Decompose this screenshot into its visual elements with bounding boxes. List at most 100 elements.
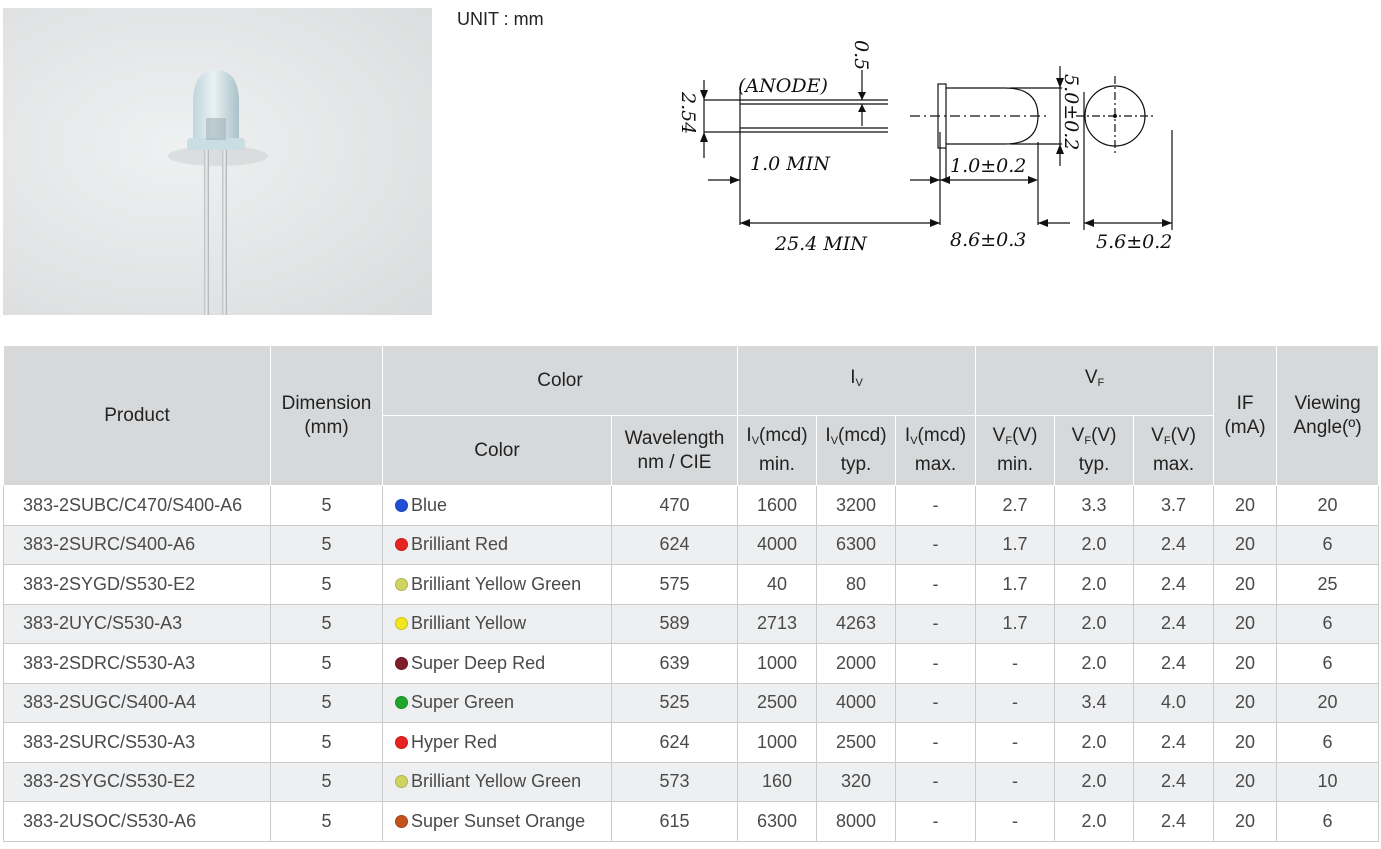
wavelength-cell: 573 — [611, 761, 738, 802]
color-cell: Blue — [382, 485, 612, 526]
vf-min-cell: - — [975, 643, 1056, 684]
iv-typ-cell: 80 — [816, 564, 896, 605]
iv-typ-cell: 320 — [816, 761, 896, 802]
dimension-drawing: (ANODE) 0.5 2.54 1.0 MIN 25.4 MIN 1.0±0.… — [677, 40, 1173, 255]
dimension-cell: 5 — [270, 761, 383, 802]
iv-min-cell: 40 — [737, 564, 817, 605]
vf-min-cell: - — [975, 801, 1056, 842]
product-cell: 383-2UYC/S530-A3 — [3, 603, 271, 644]
flange-dim: 1.0 MIN — [750, 153, 831, 175]
dimension-cell: 5 — [270, 643, 383, 684]
table-row: 383-2SDRC/S530-A3 5 Super Deep Red 639 1… — [3, 643, 1380, 684]
header-if: IF (mA) — [1213, 345, 1278, 486]
if-cell: 20 — [1213, 801, 1278, 842]
if-cell: 20 — [1213, 603, 1278, 644]
if-cell: 20 — [1213, 485, 1278, 526]
product-cell: 383-2SURC/S530-A3 — [3, 722, 271, 763]
lead-thickness-dim: 0.5 — [850, 40, 872, 70]
iv-max-cell: - — [894, 564, 977, 605]
vf-min-cell: 1.7 — [975, 564, 1056, 605]
if-cell: 20 — [1213, 524, 1278, 565]
if-cell: 20 — [1213, 682, 1278, 723]
product-cell: 383-2USOC/S530-A6 — [3, 801, 271, 842]
vf-typ-cell: 2.0 — [1054, 643, 1135, 684]
color-cell: Brilliant Yellow Green — [382, 761, 612, 802]
table-row: 383-2USOC/S530-A6 5 Super Sunset Orange … — [3, 801, 1380, 842]
vf-max-cell: 2.4 — [1133, 524, 1215, 565]
vf-min-cell: - — [975, 722, 1056, 763]
dimension-cell: 5 — [270, 682, 383, 723]
led-image — [168, 70, 268, 315]
wavelength-cell: 575 — [611, 564, 738, 605]
color-cell: Brilliant Yellow Green — [382, 564, 612, 605]
angle-cell: 10 — [1276, 761, 1380, 802]
iv-min-cell: 1000 — [737, 722, 817, 763]
vf-max-cell: 2.4 — [1133, 603, 1215, 644]
header-color-group: Color — [382, 345, 738, 416]
stop-dim: 1.0±0.2 — [950, 155, 1026, 177]
vf-typ-cell: 2.0 — [1054, 801, 1135, 842]
wavelength-cell: 624 — [611, 722, 738, 763]
product-cell: 383-2SYGC/S530-E2 — [3, 761, 271, 802]
color-dot — [395, 735, 408, 749]
lead-length-dim: 25.4 MIN — [774, 233, 868, 255]
vf-max-cell: 2.4 — [1133, 801, 1215, 842]
if-cell: 20 — [1213, 564, 1278, 605]
vf-max-cell: 2.4 — [1133, 564, 1215, 605]
iv-typ-cell: 2500 — [816, 722, 896, 763]
iv-max-cell: - — [894, 682, 977, 723]
color-cell: Super Green — [382, 682, 612, 723]
dimension-cell: 5 — [270, 524, 383, 565]
vf-max-cell: 3.7 — [1133, 485, 1215, 526]
header-wavelength: Wavelength nm / CIE — [611, 415, 738, 486]
iv-max-cell: - — [894, 722, 977, 763]
body-diameter-dim: 5.0±0.2 — [1060, 74, 1082, 150]
header-iv-typ: IV(mcd) typ. — [816, 415, 896, 486]
table-row: 383-2SYGD/S530-E2 5 Brilliant Yellow Gre… — [3, 564, 1380, 605]
header-vf-max: VF(V) max. — [1133, 415, 1215, 486]
wavelength-cell: 624 — [611, 524, 738, 565]
iv-typ-cell: 3200 — [816, 485, 896, 526]
angle-cell: 20 — [1276, 682, 1380, 723]
vf-min-cell: 1.7 — [975, 603, 1056, 644]
vf-typ-cell: 3.4 — [1054, 682, 1135, 723]
vf-max-cell: 2.4 — [1133, 722, 1215, 763]
iv-max-cell: - — [894, 643, 977, 684]
vf-min-cell: - — [975, 682, 1056, 723]
color-cell: Brilliant Red — [382, 524, 612, 565]
iv-max-cell: - — [894, 603, 977, 644]
iv-typ-cell: 8000 — [816, 801, 896, 842]
vf-min-cell: 2.7 — [975, 485, 1056, 526]
color-cell: Super Sunset Orange — [382, 801, 612, 842]
if-cell: 20 — [1213, 643, 1278, 684]
vf-typ-cell: 2.0 — [1054, 722, 1135, 763]
color-dot — [395, 814, 408, 828]
pitch-dim: 2.54 — [677, 91, 699, 134]
angle-cell: 6 — [1276, 643, 1380, 684]
iv-typ-cell: 4263 — [816, 603, 896, 644]
table-row: 383-2SURC/S400-A6 5 Brilliant Red 624 40… — [3, 524, 1380, 565]
if-cell: 20 — [1213, 761, 1278, 802]
dimension-cell: 5 — [270, 485, 383, 526]
table-row: 383-2SYGC/S530-E2 5 Brilliant Yellow Gre… — [3, 761, 1380, 802]
iv-min-cell: 6300 — [737, 801, 817, 842]
color-dot — [395, 696, 408, 710]
header-iv-group: IV — [736, 345, 977, 416]
dimension-cell: 5 — [270, 722, 383, 763]
dimension-cell: 5 — [270, 603, 383, 644]
color-cell: Super Deep Red — [382, 643, 612, 684]
unit-label: UNIT : mm — [457, 9, 544, 29]
iv-min-cell: 160 — [737, 761, 817, 802]
product-cell: 383-2SYGD/S530-E2 — [3, 564, 271, 605]
vf-max-cell: 2.4 — [1133, 761, 1215, 802]
header-dimension: Dimension (mm) — [270, 345, 383, 486]
flange-diameter-dim: 5.6±0.2 — [1096, 231, 1172, 253]
header-product: Product — [3, 345, 271, 486]
iv-max-cell: - — [894, 761, 977, 802]
header-vf-min: VF(V) min. — [975, 415, 1056, 486]
vf-typ-cell: 2.0 — [1054, 564, 1135, 605]
header-viewing-angle: Viewing Angle(º) — [1276, 345, 1380, 486]
product-cell: 383-2SUGC/S400-A4 — [3, 682, 271, 723]
dimension-cell: 5 — [270, 801, 383, 842]
product-cell: 383-2SDRC/S530-A3 — [3, 643, 271, 684]
